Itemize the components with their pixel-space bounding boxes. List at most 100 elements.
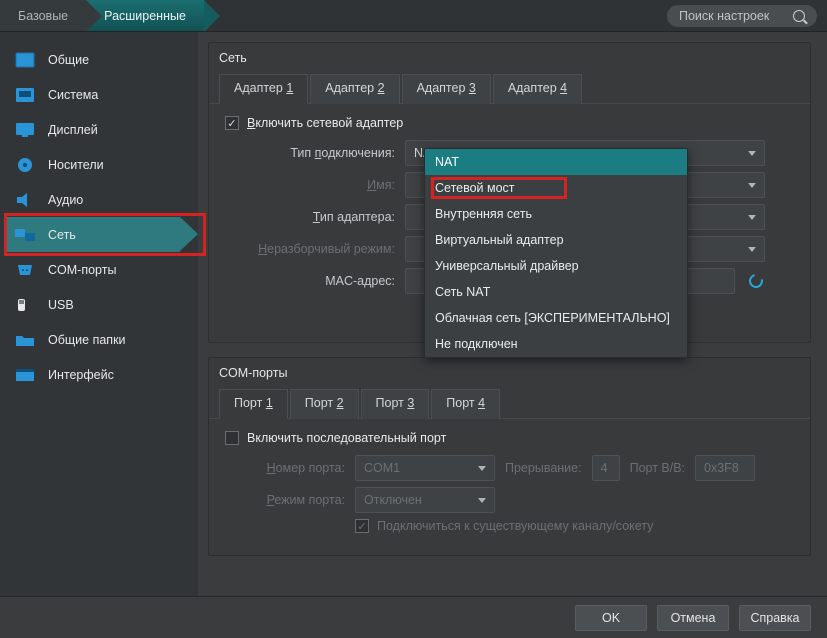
sidebar-item-label: Сеть: [48, 228, 76, 242]
sidebar-item-label: Интерфейс: [48, 368, 114, 382]
attached-to-label: Тип подключения:: [225, 146, 395, 160]
dropdown-item[interactable]: Универсальный драйвер: [425, 253, 687, 279]
sidebar-item-label: Дисплей: [48, 123, 98, 137]
sidebar-item-label: USB: [48, 298, 74, 312]
promisc-label: Неразборчивый режим:: [225, 242, 395, 256]
chevron-down-icon: [478, 466, 486, 471]
sidebar-item-дисплей[interactable]: Дисплей: [0, 112, 198, 147]
tab-label: Порт 2: [305, 396, 344, 410]
dialog-footer: OK Отмена Справка: [0, 596, 827, 638]
sidebar-item-аудио[interactable]: Аудио: [0, 182, 198, 217]
chevron-down-icon: [748, 151, 756, 156]
annotation-box: [431, 177, 567, 199]
port-mode-label: Режим порта:: [225, 493, 345, 507]
tab-адаптер-1[interactable]: Адаптер 1: [219, 74, 308, 104]
sidebar-item-система[interactable]: Система: [0, 77, 198, 112]
dropdown-item[interactable]: Внутренняя сеть: [425, 201, 687, 227]
tab-порт-1[interactable]: Порт 1: [219, 389, 288, 419]
tab-label: Порт 1: [234, 396, 273, 410]
sidebar-item-label: Система: [48, 88, 98, 102]
port-number-label: Номер порта:: [225, 461, 345, 475]
mode-advanced-label: Расширенные: [104, 9, 186, 23]
sidebar-item-com-порты[interactable]: COM-порты: [0, 252, 198, 287]
port-mode-value: Отключен: [364, 493, 422, 507]
enable-network-label: Включить сетевой адаптер: [247, 116, 403, 130]
adapter-name-label: Имя:: [225, 178, 395, 192]
enable-serial-checkbox[interactable]: ✓: [225, 431, 239, 445]
sidebar-item-label: Носители: [48, 158, 104, 172]
irq-label: Прерывание:: [505, 461, 582, 475]
mac-label: MAC-адрес:: [225, 274, 395, 288]
tab-порт-3[interactable]: Порт 3: [361, 389, 430, 419]
sidebar-item-носители[interactable]: Носители: [0, 147, 198, 182]
cancel-button[interactable]: Отмена: [657, 605, 729, 631]
sidebar-item-общие[interactable]: Общие: [0, 42, 198, 77]
help-button[interactable]: Справка: [739, 605, 811, 631]
com-title: COM-порты: [209, 358, 810, 384]
ok-button[interactable]: OK: [575, 605, 647, 631]
tab-label: Адаптер 1: [234, 81, 293, 95]
tab-label: Порт 4: [446, 396, 485, 410]
dropdown-item[interactable]: Не подключен: [425, 331, 687, 357]
dropdown-item[interactable]: Виртуальный адаптер: [425, 227, 687, 253]
tab-адаптер-4[interactable]: Адаптер 4: [493, 74, 582, 104]
tab-label: Адаптер 3: [417, 81, 476, 95]
tab-порт-4[interactable]: Порт 4: [431, 389, 500, 419]
mac-refresh-button[interactable]: [745, 270, 767, 292]
chevron-down-icon: [748, 183, 756, 188]
tab-адаптер-2[interactable]: Адаптер 2: [310, 74, 399, 104]
dropdown-item[interactable]: Сетевой мост: [425, 175, 687, 201]
mode-basic-label: Базовые: [18, 9, 68, 23]
mode-advanced[interactable]: Расширенные: [86, 0, 204, 31]
tab-label: Адаптер 2: [325, 81, 384, 95]
audio-icon: [14, 191, 36, 209]
sidebar-item-сеть[interactable]: Сеть: [0, 217, 198, 252]
dropdown-item[interactable]: Облачная сеть [ЭКСПЕРИМЕНТАЛЬНО]: [425, 305, 687, 331]
ioport-input[interactable]: 0x3F8: [695, 455, 755, 481]
dropdown-item[interactable]: Сеть NAT: [425, 279, 687, 305]
mode-basic[interactable]: Базовые: [0, 0, 86, 31]
search-icon: [793, 10, 805, 22]
port-number-value: COM1: [364, 461, 400, 475]
sidebar-item-интерфейс[interactable]: Интерфейс: [0, 357, 198, 392]
interface-icon: [14, 366, 36, 384]
system-icon: [14, 86, 36, 104]
usb-icon: [14, 296, 36, 314]
port-mode-combo[interactable]: Отключен: [355, 487, 495, 513]
enable-serial-label: Включить последовательный порт: [247, 431, 446, 445]
tab-label: Порт 3: [376, 396, 415, 410]
chevron-down-icon: [748, 215, 756, 220]
general-icon: [14, 51, 36, 69]
dropdown-item[interactable]: NAT: [425, 149, 687, 175]
port-number-combo[interactable]: COM1: [355, 455, 495, 481]
com-panel: COM-порты Порт 1 Порт 2 Порт 3 Порт 4 ✓ Вкл…: [208, 357, 811, 556]
connect-pipe-checkbox[interactable]: ✓: [355, 519, 369, 533]
connect-pipe-label: Подключиться к существующему каналу/соке…: [377, 519, 653, 533]
settings-sidebar: Общие Система Дисплей Носители Аудио Сеть COM-…: [0, 32, 198, 596]
display-icon: [14, 121, 36, 139]
search-placeholder: Поиск настроек: [679, 9, 785, 23]
chevron-down-icon: [478, 498, 486, 503]
com-tabs: Порт 1 Порт 2 Порт 3 Порт 4: [209, 384, 810, 419]
network-tabs: Адаптер 1 Адаптер 2 Адаптер 3 Адаптер 4: [209, 69, 810, 104]
chevron-down-icon: [748, 247, 756, 252]
mode-toggle: Базовые Расширенные: [0, 0, 204, 31]
storage-icon: [14, 156, 36, 174]
network-icon: [14, 226, 36, 244]
ioport-label: Порт В/В:: [630, 461, 685, 475]
irq-input[interactable]: 4: [592, 455, 620, 481]
enable-network-checkbox[interactable]: ✓: [225, 116, 239, 130]
tab-адаптер-3[interactable]: Адаптер 3: [402, 74, 491, 104]
sidebar-item-usb[interactable]: USB: [0, 287, 198, 322]
serial-icon: [14, 261, 36, 279]
attached-to-dropdown: NATСетевой мостВнутренняя сетьВиртуальны…: [424, 148, 688, 358]
sidebar-item-общие папки[interactable]: Общие папки: [0, 322, 198, 357]
tab-порт-2[interactable]: Порт 2: [290, 389, 359, 419]
settings-search[interactable]: Поиск настроек: [667, 5, 817, 27]
network-title: Сеть: [209, 43, 810, 69]
sidebar-item-label: COM-порты: [48, 263, 116, 277]
adapter-type-label: Тип адаптера:: [225, 210, 395, 224]
sidebar-item-label: Аудио: [48, 193, 83, 207]
refresh-icon: [746, 271, 765, 290]
shared-folder-icon: [14, 331, 36, 349]
